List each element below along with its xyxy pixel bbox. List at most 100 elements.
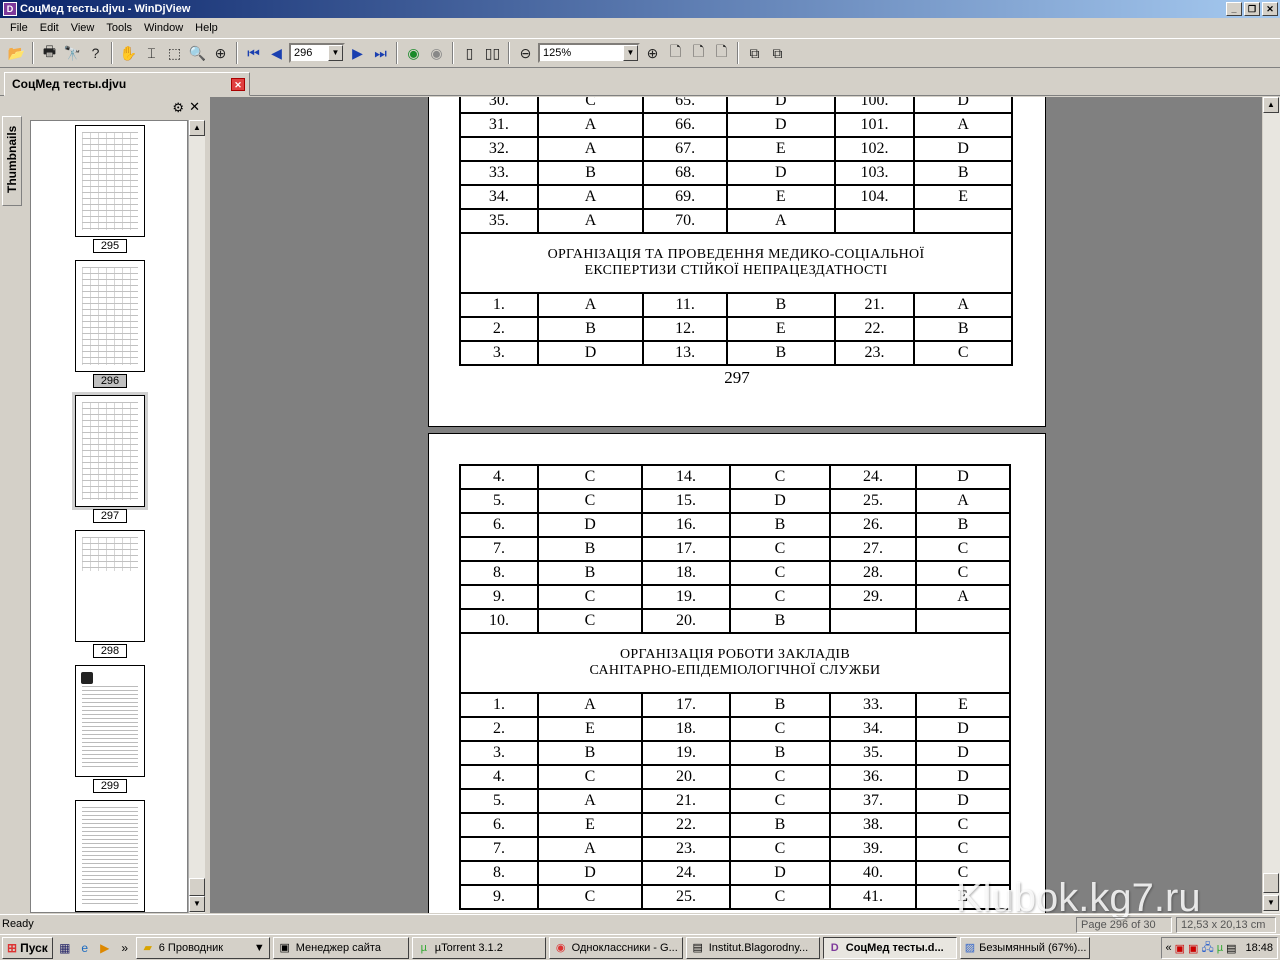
- zoom-rect-icon[interactable]: ⊕: [210, 43, 231, 64]
- answer-cell: B: [537, 560, 643, 586]
- minimize-button[interactable]: _: [1226, 2, 1242, 16]
- back-icon[interactable]: ◉: [403, 43, 424, 64]
- answer-cell: B: [726, 292, 836, 318]
- task-utorrent[interactable]: µ µTorrent 3.1.2: [411, 936, 546, 959]
- close-button[interactable]: ✕: [1262, 2, 1278, 16]
- scroll-up-icon[interactable]: ▲: [1263, 97, 1279, 113]
- task-chrome[interactable]: ◉ Одноклассники - G...: [548, 936, 683, 959]
- answer-cell: C: [729, 560, 831, 586]
- question-number-cell: 14.: [641, 464, 731, 490]
- answer-cell: C: [537, 884, 643, 910]
- answer-cell: A: [537, 836, 643, 862]
- scroll-thumb[interactable]: [1263, 873, 1279, 893]
- task-paint[interactable]: ▨ Безымянный (67%)...: [959, 936, 1090, 959]
- actual-size-icon[interactable]: 🗋: [711, 43, 732, 64]
- tray-app-icon[interactable]: ▣: [1175, 942, 1185, 955]
- show-desktop-icon[interactable]: ▦: [57, 940, 73, 956]
- table-row: 7. A 23. C 39. C: [459, 836, 1011, 862]
- print-icon[interactable]: 🖶: [39, 43, 60, 64]
- hand-tool-icon[interactable]: ✋: [118, 43, 139, 64]
- taskbar: ⊞ Пуск ▦ e ▶ » ▰ 6 Проводник ▼ ▣ Менеджер с…: [0, 934, 1280, 960]
- title-bar: D СоцМед тесты.djvu - WinDjView _ ❐ ✕: [0, 0, 1280, 18]
- question-number-cell: 1.: [459, 692, 539, 718]
- next-page-icon[interactable]: ▶: [347, 43, 368, 64]
- question-number-cell: 104.: [833, 184, 916, 210]
- prev-page-icon[interactable]: ◀: [266, 43, 287, 64]
- scroll-down-icon[interactable]: ▼: [1263, 895, 1279, 911]
- zoom-out-icon[interactable]: ⊖: [515, 43, 536, 64]
- table-row: 32. A 67. E 102. D: [459, 136, 1013, 162]
- zoom-field[interactable]: 125% ▼: [538, 43, 640, 63]
- menu-edit[interactable]: Edit: [34, 22, 65, 34]
- thumbnail-scrollbar[interactable]: ▲ ▼: [188, 120, 205, 913]
- task-site-manager[interactable]: ▣ Менеджер сайта: [272, 936, 409, 959]
- zoom-in-icon[interactable]: ⊕: [642, 43, 663, 64]
- start-button[interactable]: ⊞ Пуск: [2, 936, 53, 959]
- menu-tools[interactable]: Tools: [100, 22, 138, 34]
- rect-select-icon[interactable]: ⬚: [164, 43, 185, 64]
- task-institut[interactable]: ▤ Institut.Blagorodny...: [685, 936, 820, 959]
- thumbnail-299[interactable]: [75, 665, 145, 777]
- question-number-cell: 8.: [459, 560, 539, 586]
- tray-expand-icon[interactable]: «: [1166, 942, 1172, 954]
- open-icon[interactable]: 📂: [6, 43, 27, 64]
- menu-window[interactable]: Window: [138, 22, 189, 34]
- zoom-dropdown-icon[interactable]: ▼: [623, 45, 638, 61]
- utorrent-tray-icon[interactable]: µ: [1217, 942, 1223, 954]
- start-label: Пуск: [20, 940, 48, 955]
- thumbnail-300[interactable]: [75, 800, 145, 912]
- scroll-up-icon[interactable]: ▲: [189, 120, 205, 136]
- fit-width-icon[interactable]: 🗋: [688, 43, 709, 64]
- question-number-cell: 30.: [459, 97, 539, 114]
- answers-table-top: 30. C 65. D 100. D 31. A 66. D 101. A 32. A 67. E 102. D 3…: [459, 97, 1013, 366]
- answer-cell: B: [915, 512, 1011, 538]
- thumbnails-tab[interactable]: Thumbnails: [2, 116, 22, 206]
- ie-icon[interactable]: e: [77, 940, 93, 956]
- document-scrollbar[interactable]: ▲ ▼: [1263, 97, 1280, 913]
- first-page-icon[interactable]: ⏮: [243, 43, 264, 64]
- close-tab-icon[interactable]: ✕: [231, 78, 245, 91]
- menu-file[interactable]: File: [4, 22, 34, 34]
- select-tool-icon[interactable]: ⌶: [141, 43, 162, 64]
- scroll-down-icon[interactable]: ▼: [189, 896, 205, 912]
- question-number-cell: 34.: [829, 716, 917, 742]
- tray-app-icon[interactable]: ▤: [1226, 942, 1236, 955]
- task-explorer[interactable]: ▰ 6 Проводник ▼: [135, 936, 270, 959]
- page-dropdown-icon[interactable]: ▼: [328, 45, 343, 61]
- menu-view[interactable]: View: [65, 22, 101, 34]
- scroll-thumb[interactable]: [189, 878, 205, 896]
- forward-icon[interactable]: ◉: [426, 43, 447, 64]
- zoom-tool-icon[interactable]: 🔍: [187, 43, 208, 64]
- question-number-cell: 20.: [641, 764, 731, 790]
- question-number-cell: 21.: [641, 788, 731, 814]
- close-sidebar-icon[interactable]: ✕: [189, 99, 200, 115]
- thumbnail-295[interactable]: [75, 125, 145, 237]
- page-number-field[interactable]: 296 ▼: [289, 43, 345, 63]
- facing-pages-icon[interactable]: ▯▯: [482, 43, 503, 64]
- table-row: 35. A 70. A: [459, 208, 1013, 234]
- rotate-right-icon[interactable]: ⧉: [767, 43, 788, 64]
- media-player-icon[interactable]: ▶: [97, 940, 113, 956]
- network-icon[interactable]: 🖧: [1201, 939, 1213, 958]
- chevron-icon[interactable]: »: [117, 940, 133, 956]
- find-icon[interactable]: 🔭: [62, 43, 83, 64]
- toolbar: 📂 🖶 🔭 ? ✋ ⌶ ⬚ 🔍 ⊕ ⏮ ◀ 296 ▼ ▶ ⏭ ◉ ◉ ▯ ▯▯…: [0, 38, 1280, 68]
- single-page-icon[interactable]: ▯: [459, 43, 480, 64]
- task-windjview[interactable]: D СоцМед тесты.d...: [822, 936, 957, 959]
- gear-icon[interactable]: ⚙: [172, 100, 184, 116]
- thumbnail-296[interactable]: [75, 260, 145, 372]
- rotate-left-icon[interactable]: ⧉: [744, 43, 765, 64]
- question-number-cell: 66.: [642, 112, 729, 138]
- tray-app-icon[interactable]: ▣: [1188, 942, 1198, 955]
- answer-cell: C: [915, 536, 1011, 562]
- answer-cell: E: [726, 316, 836, 342]
- restore-button[interactable]: ❐: [1244, 2, 1260, 16]
- fit-page-icon[interactable]: 🗋: [665, 43, 686, 64]
- last-page-icon[interactable]: ⏭: [370, 43, 391, 64]
- document-tab[interactable]: СоцМед тесты.djvu ✕: [4, 72, 250, 96]
- help-icon[interactable]: ?: [85, 43, 106, 64]
- thumbnail-297[interactable]: [72, 392, 148, 510]
- thumbnail-298[interactable]: [75, 530, 145, 642]
- document-view[interactable]: 30. C 65. D 100. D 31. A 66. D 101. A 32. A 67. E 102. D 3…: [210, 97, 1262, 913]
- menu-help[interactable]: Help: [189, 22, 224, 34]
